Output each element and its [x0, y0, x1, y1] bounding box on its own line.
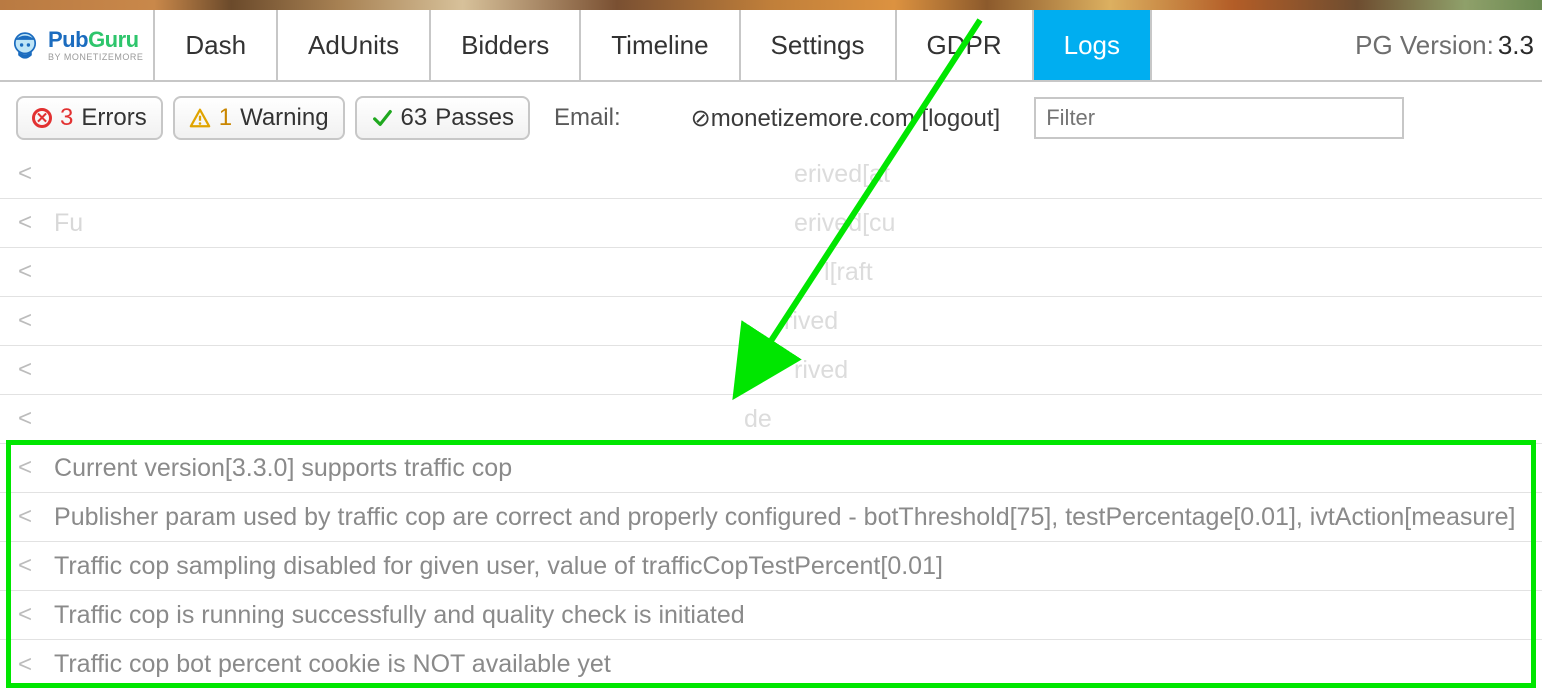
toolbar: ✕ 3 Errors 1 Warning 63 Passes Email: ⊘m…	[0, 82, 1542, 150]
passes-label: Passes	[435, 104, 514, 132]
log-row[interactable]: < Traffic cop sampling disabled for give…	[0, 542, 1542, 591]
version-label: PG Version: 3.3	[1355, 10, 1542, 80]
chevron-left-icon: <	[18, 356, 32, 384]
error-icon: ✕	[32, 108, 52, 128]
log-row[interactable]: < Fu erived[cu	[0, 199, 1542, 248]
log-fragment: erived[at	[794, 160, 890, 189]
brand-name: PubGuru	[48, 29, 143, 51]
warnings-count: 1	[219, 104, 232, 132]
log-row[interactable]: < de	[0, 395, 1542, 444]
tab-settings[interactable]: Settings	[741, 10, 897, 80]
log-text: Traffic cop sampling disabled for given …	[54, 552, 943, 581]
log-row[interactable]: < Current version[3.3.0] supports traffi…	[0, 444, 1542, 493]
log-list: < erived[at < Fu erived[cu < l[raft < ri…	[0, 150, 1542, 689]
email-value: ⊘monetizemore.com [logout]	[691, 104, 1001, 133]
log-row[interactable]: < Publisher param used by traffic cop ar…	[0, 493, 1542, 542]
warnings-pill[interactable]: 1 Warning	[173, 96, 345, 140]
chevron-left-icon: <	[18, 454, 32, 482]
log-text: Publisher param used by traffic cop are …	[54, 503, 1515, 532]
tab-bar: PubGuru by MONETIZEMORE Dash AdUnits Bid…	[0, 10, 1542, 82]
log-text: Traffic cop bot percent cookie is NOT av…	[54, 650, 611, 679]
tab-bidders[interactable]: Bidders	[431, 10, 581, 80]
log-row[interactable]: < l[raft	[0, 248, 1542, 297]
tab-logs[interactable]: Logs	[1034, 10, 1152, 80]
tab-timeline[interactable]: Timeline	[581, 10, 740, 80]
log-fragment: de	[744, 405, 772, 434]
log-fragment: rived	[794, 356, 848, 385]
tab-adunits[interactable]: AdUnits	[278, 10, 431, 80]
passes-pill[interactable]: 63 Passes	[355, 96, 530, 140]
chevron-left-icon: <	[18, 307, 32, 335]
passes-count: 63	[401, 104, 428, 132]
errors-pill[interactable]: ✕ 3 Errors	[16, 96, 163, 140]
errors-label: Errors	[81, 104, 146, 132]
log-text: Current version[3.3.0] supports traffic …	[54, 454, 512, 483]
chevron-left-icon: <	[18, 601, 32, 629]
warning-icon	[189, 107, 211, 129]
decorative-strip	[0, 0, 1542, 10]
brand-logo[interactable]: PubGuru by MONETIZEMORE	[0, 10, 155, 80]
brand-sub: by MONETIZEMORE	[48, 53, 143, 62]
tab-gdpr[interactable]: GDPR	[897, 10, 1034, 80]
email-label: Email:	[554, 104, 621, 132]
chevron-left-icon: <	[18, 651, 32, 679]
chevron-left-icon: <	[18, 405, 32, 433]
tab-dash[interactable]: Dash	[155, 10, 278, 80]
log-fragment: rived	[784, 307, 838, 336]
warnings-label: Warning	[240, 104, 328, 132]
chevron-left-icon: <	[18, 503, 32, 531]
guru-icon	[8, 28, 42, 62]
log-fragment: l[raft	[824, 258, 873, 287]
chevron-left-icon: <	[18, 209, 32, 237]
log-text: Fu	[54, 209, 794, 238]
log-row[interactable]: < Traffic cop is running successfully an…	[0, 591, 1542, 640]
log-row[interactable]: < rived	[0, 346, 1542, 395]
errors-count: 3	[60, 104, 73, 132]
log-row[interactable]: < erived[at	[0, 150, 1542, 199]
chevron-left-icon: <	[18, 160, 32, 188]
log-text: Traffic cop is running successfully and …	[54, 601, 745, 630]
chevron-left-icon: <	[18, 258, 32, 286]
log-row[interactable]: < Traffic cop bot percent cookie is NOT …	[0, 640, 1542, 689]
logout-link[interactable]: [logout]	[922, 105, 1001, 132]
filter-input[interactable]	[1034, 97, 1404, 139]
log-fragment: erived[cu	[794, 209, 895, 238]
chevron-left-icon: <	[18, 552, 32, 580]
log-row[interactable]: < rived	[0, 297, 1542, 346]
check-icon	[371, 107, 393, 129]
